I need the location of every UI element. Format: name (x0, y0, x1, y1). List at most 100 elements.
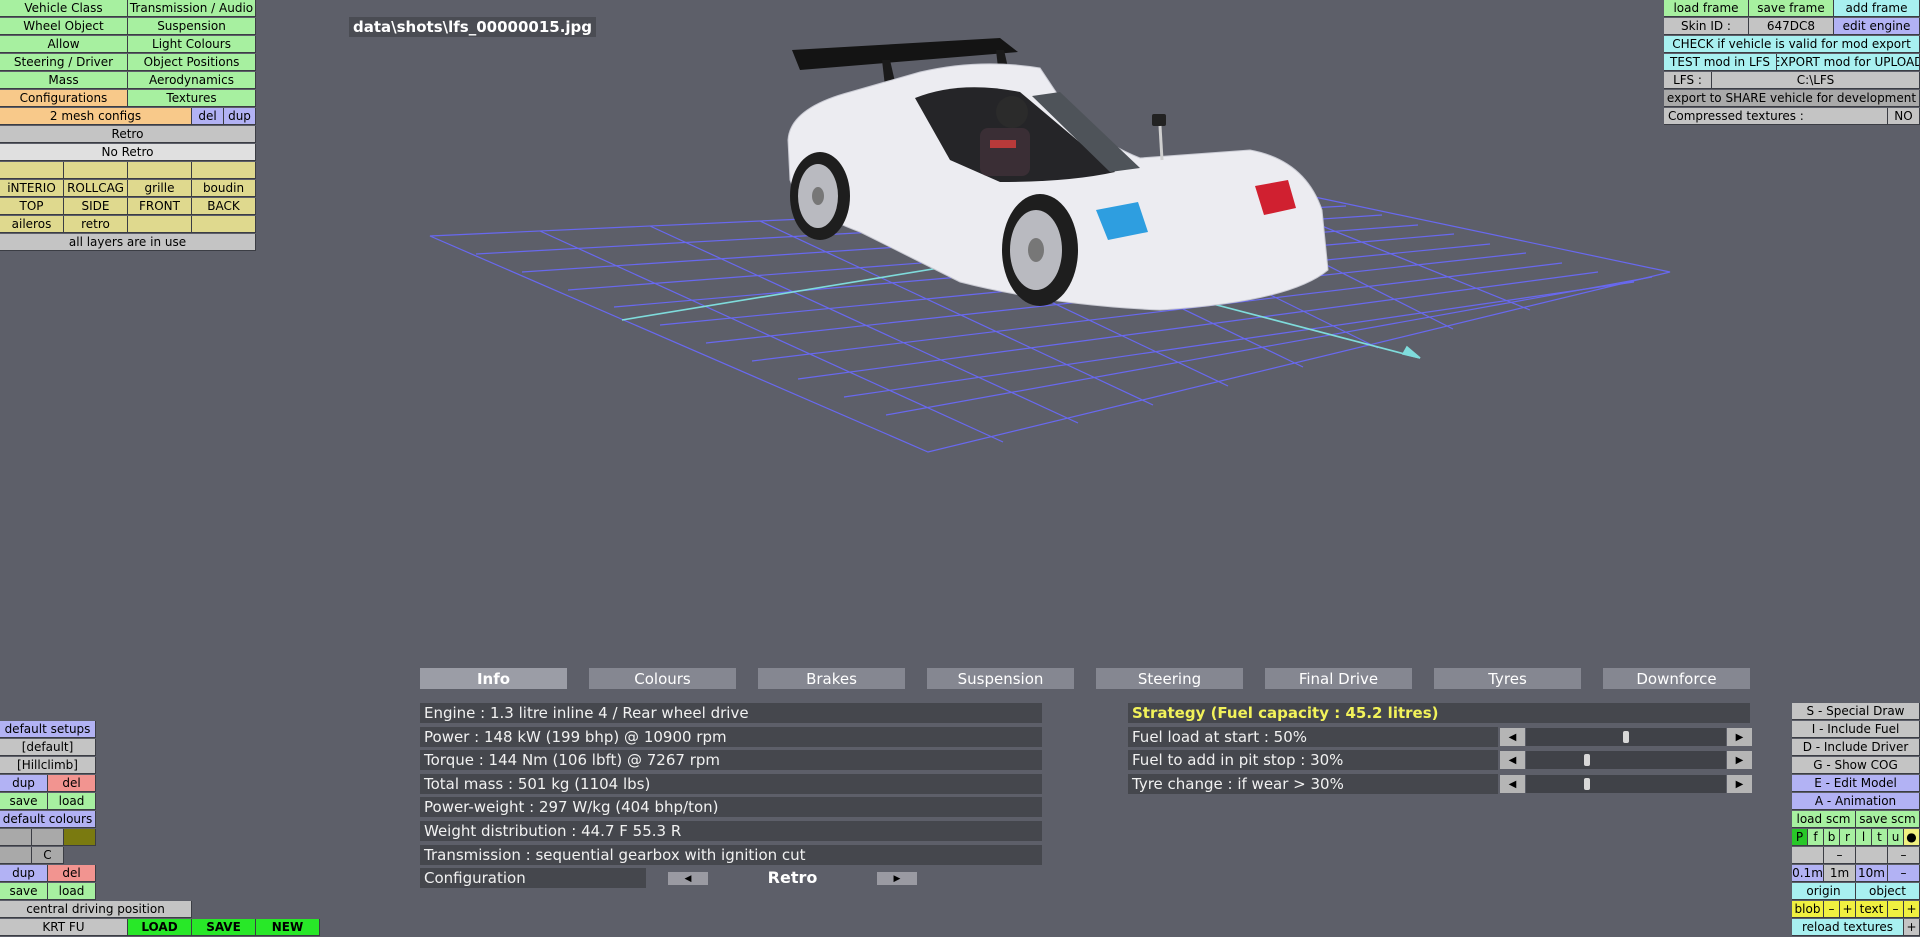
reload-textures-button[interactable]: reload textures (1792, 919, 1904, 936)
export-mod-button[interactable]: EXPORT mod for UPLOAD (1777, 54, 1920, 71)
menu-aerodynamics[interactable]: Aerodynamics (128, 72, 256, 89)
tab-brakes[interactable]: Brakes (758, 668, 905, 689)
setup-default[interactable]: [default] (0, 739, 96, 756)
show-cog-toggle[interactable]: G - Show COG (1792, 757, 1920, 774)
menu-configurations[interactable]: Configurations (0, 90, 128, 107)
minus-button[interactable]: – (1888, 847, 1920, 864)
slider-track[interactable] (1526, 728, 1726, 746)
layer-empty[interactable] (192, 216, 256, 233)
central-driving-position-button[interactable]: central driving position (0, 901, 192, 918)
fuel-pit-increase[interactable]: ▶ (1727, 751, 1752, 769)
colour-c-button[interactable]: C (32, 847, 64, 864)
load-frame-button[interactable]: load frame (1664, 0, 1749, 17)
origin-button[interactable]: origin (1792, 883, 1856, 900)
colour-load-button[interactable]: load (48, 883, 96, 900)
layer-empty[interactable] (128, 162, 192, 179)
fuel-load-decrease[interactable]: ◀ (1500, 728, 1525, 746)
save-scm-button[interactable]: save scm (1856, 811, 1920, 828)
setup-load-button[interactable]: load (48, 793, 96, 810)
check-valid-button[interactable]: CHECK if vehicle is valid for mod export (1664, 36, 1920, 53)
tyre-change-increase[interactable]: ▶ (1727, 775, 1752, 793)
colour-swatch[interactable] (0, 829, 32, 846)
scale-0-1m-button[interactable]: 0.1m (1792, 865, 1824, 882)
slider-track[interactable] (1526, 775, 1726, 793)
load-vehicle-button[interactable]: LOAD (128, 919, 192, 936)
layer-empty[interactable] (192, 162, 256, 179)
tab-suspension[interactable]: Suspension (927, 668, 1074, 689)
text-minus-button[interactable]: – (1888, 901, 1904, 918)
blob-minus-button[interactable]: – (1824, 901, 1840, 918)
layer-front[interactable]: FRONT (128, 198, 192, 215)
slider-knob[interactable] (1623, 731, 1629, 743)
view-p-button[interactable]: P (1792, 829, 1808, 846)
special-draw-toggle[interactable]: S - Special Draw (1792, 703, 1920, 720)
load-scm-button[interactable]: load scm (1792, 811, 1856, 828)
tab-tyres[interactable]: Tyres (1434, 668, 1581, 689)
setup-del-button[interactable]: del (48, 775, 96, 792)
setup-save-button[interactable]: save (0, 793, 48, 810)
test-mod-button[interactable]: TEST mod in LFS (1664, 54, 1777, 71)
menu-steering-driver[interactable]: Steering / Driver (0, 54, 128, 71)
menu-light-colours[interactable]: Light Colours (128, 36, 256, 53)
minus-button[interactable]: – (1824, 847, 1856, 864)
view-u-button[interactable]: u (1888, 829, 1904, 846)
menu-textures[interactable]: Textures (128, 90, 256, 107)
view-dot-button[interactable]: ● (1904, 829, 1920, 846)
tab-steering[interactable]: Steering (1096, 668, 1243, 689)
blob-plus-button[interactable]: + (1840, 901, 1856, 918)
layer-back[interactable]: BACK (192, 198, 256, 215)
scale-1m-button[interactable]: 1m (1824, 865, 1856, 882)
animation-button[interactable]: A - Animation (1792, 793, 1920, 810)
config-next-arrow[interactable]: ▶ (877, 872, 917, 885)
include-fuel-toggle[interactable]: I - Include Fuel (1792, 721, 1920, 738)
view-r-button[interactable]: r (1840, 829, 1856, 846)
slider-knob[interactable] (1584, 754, 1590, 766)
scale-minus-button[interactable]: – (1888, 865, 1920, 882)
tab-colours[interactable]: Colours (589, 668, 736, 689)
menu-vehicle-class[interactable]: Vehicle Class (0, 0, 128, 17)
mesh-config-dup-button[interactable]: dup (224, 108, 256, 125)
fuel-load-slider[interactable]: ◀ ▶ (1500, 728, 1752, 746)
layer-top[interactable]: TOP (0, 198, 64, 215)
menu-mass[interactable]: Mass (0, 72, 128, 89)
colour-save-button[interactable]: save (0, 883, 48, 900)
viewport-3d[interactable] (0, 0, 1920, 660)
colour-swatch[interactable] (32, 829, 64, 846)
scale-10m-button[interactable]: 10m (1856, 865, 1888, 882)
layer-grille[interactable]: grille (128, 180, 192, 197)
save-frame-button[interactable]: save frame (1749, 0, 1834, 17)
edit-engine-button[interactable]: edit engine (1834, 18, 1920, 35)
save-vehicle-button[interactable]: SAVE (192, 919, 256, 936)
tyre-change-slider[interactable]: ◀ ▶ (1500, 775, 1752, 793)
config-prev-arrow[interactable]: ◀ (668, 872, 708, 885)
colour-del-button[interactable]: del (48, 865, 96, 882)
skin-id-value[interactable]: 647DC8 (1749, 18, 1834, 35)
view-f-button[interactable]: f (1808, 829, 1824, 846)
config-option-no-retro[interactable]: No Retro (0, 144, 256, 161)
default-colours-button[interactable]: default colours (0, 811, 96, 828)
menu-wheel-object[interactable]: Wheel Object (0, 18, 128, 35)
plus-button[interactable]: + (1904, 919, 1920, 936)
export-share-button[interactable]: export to SHARE vehicle for development (1664, 90, 1920, 107)
view-b-button[interactable]: b (1824, 829, 1840, 846)
layer-interio[interactable]: iNTERIO (0, 180, 64, 197)
tab-downforce[interactable]: Downforce (1603, 668, 1750, 689)
menu-object-positions[interactable]: Object Positions (128, 54, 256, 71)
layer-empty[interactable] (64, 162, 128, 179)
object-button[interactable]: object (1856, 883, 1920, 900)
fuel-pit-slider[interactable]: ◀ ▶ (1500, 751, 1752, 769)
menu-allow[interactable]: Allow (0, 36, 128, 53)
setup-dup-button[interactable]: dup (0, 775, 48, 792)
fuel-load-increase[interactable]: ▶ (1727, 728, 1752, 746)
tab-final-drive[interactable]: Final Drive (1265, 668, 1412, 689)
layer-empty[interactable] (0, 162, 64, 179)
colour-dup-button[interactable]: dup (0, 865, 48, 882)
lfs-path[interactable]: C:\LFS (1712, 72, 1920, 89)
colour-swatch[interactable] (0, 847, 32, 864)
vehicle-name-field[interactable]: KRT FU (0, 919, 128, 936)
compressed-textures-toggle[interactable]: NO (1888, 108, 1920, 125)
menu-suspension[interactable]: Suspension (128, 18, 256, 35)
setup-hillclimb[interactable]: [Hillclimb] (0, 757, 96, 774)
colour-swatch[interactable] (64, 829, 96, 846)
mesh-config-del-button[interactable]: del (192, 108, 224, 125)
